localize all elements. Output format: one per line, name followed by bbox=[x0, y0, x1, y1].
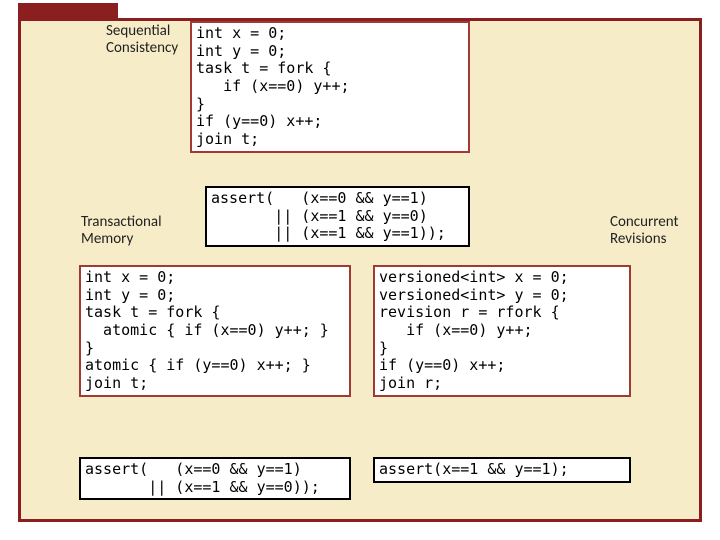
tm-code: int x = 0; int y = 0; task t = fork { at… bbox=[79, 265, 351, 397]
label-sequential: Sequential Consistency bbox=[106, 23, 178, 58]
tm-assert: assert( (x==0 && y==1) || (x==1 && y==0)… bbox=[79, 457, 351, 500]
slide-tab bbox=[18, 3, 118, 19]
label-transactional: Transactional Memory bbox=[81, 214, 162, 249]
seq-code: int x = 0; int y = 0; task t = fork { if… bbox=[190, 21, 470, 153]
slide-frame: Sequential Consistency Transactional Mem… bbox=[18, 18, 702, 522]
cr-assert: assert(x==1 && y==1); bbox=[373, 457, 631, 483]
label-concurrent: Concurrent Revisions bbox=[610, 214, 679, 249]
seq-assert: assert( (x==0 && y==1) || (x==1 && y==0)… bbox=[205, 186, 470, 247]
cr-code: versioned<int> x = 0; versioned<int> y =… bbox=[373, 265, 631, 397]
